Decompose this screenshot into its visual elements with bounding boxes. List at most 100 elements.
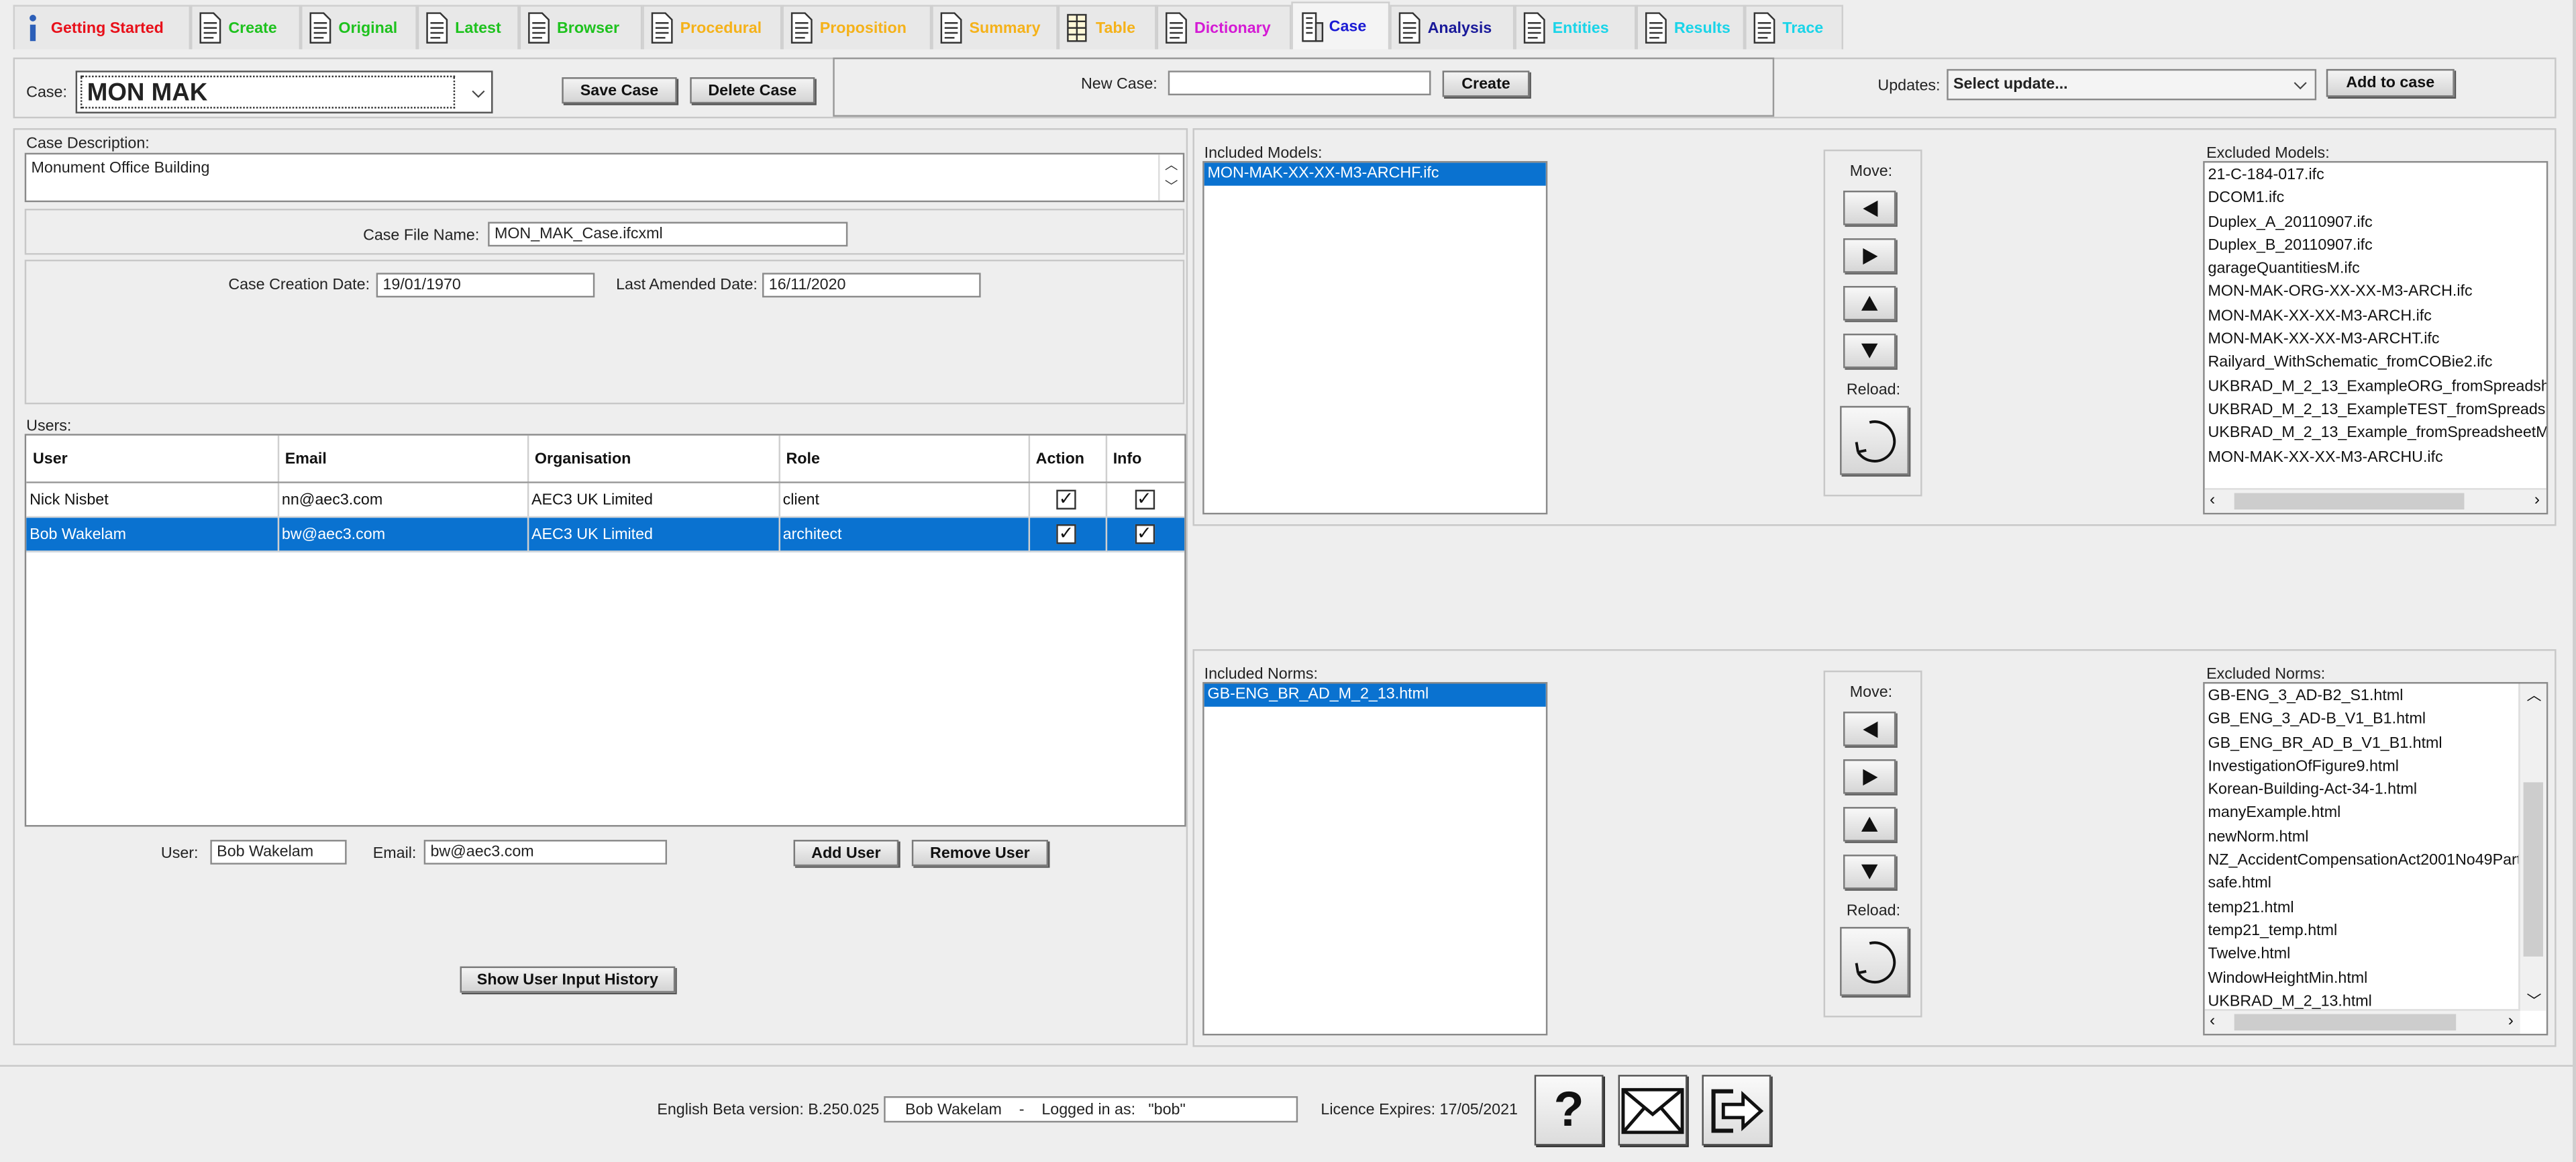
list-item[interactable]: MON-MAK-XX-XX-M3-ARCHU.ifc: [2205, 446, 2546, 470]
move-right-button[interactable]: [1843, 759, 1896, 794]
list-item[interactable]: WindowHeightMin.html: [2205, 967, 2517, 991]
list-item[interactable]: newNorm.html: [2205, 826, 2517, 850]
list-item[interactable]: Duplex_B_20110907.ifc: [2205, 235, 2546, 258]
create-case-button[interactable]: Create: [1442, 70, 1530, 97]
column-header-user[interactable]: User: [26, 435, 278, 483]
table-row[interactable]: Bob Wakelam bw@aec3.com AEC3 UK Limited arc…: [26, 516, 1185, 552]
scrollbar[interactable]: ︿ ﹀: [1158, 154, 1183, 201]
tab-latest[interactable]: Latest: [417, 5, 519, 50]
tab-trace[interactable]: Trace: [1745, 5, 1843, 50]
document-icon: [937, 11, 966, 44]
creation-date-input[interactable]: 19/01/1970: [376, 273, 595, 298]
info-checkbox[interactable]: ✓: [1134, 489, 1154, 510]
included-models-list[interactable]: MON-MAK-XX-XX-M3-ARCHF.ifc: [1202, 160, 1548, 515]
save-case-button[interactable]: Save Case: [562, 77, 677, 104]
scrollbar-thumb[interactable]: [2234, 493, 2465, 510]
list-item[interactable]: MON-MAK-XX-XX-M3-ARCHT.ifc: [2205, 329, 2546, 352]
scrollbar-thumb[interactable]: [2234, 1014, 2457, 1031]
list-item[interactable]: MON-MAK-XX-XX-M3-ARCHF.ifc: [1204, 162, 1546, 187]
move-left-button[interactable]: [1843, 191, 1896, 226]
tab-original[interactable]: Original: [301, 5, 417, 50]
info-checkbox[interactable]: ✓: [1134, 524, 1154, 544]
column-header-role[interactable]: Role: [778, 435, 1029, 483]
horizontal-scrollbar[interactable]: ‹ ›: [2204, 488, 2546, 513]
amended-date-input[interactable]: 16/11/2020: [762, 273, 981, 298]
move-down-button[interactable]: [1843, 855, 1896, 889]
column-header-email[interactable]: Email: [277, 435, 529, 483]
horizontal-scrollbar[interactable]: ‹ ›: [2204, 1009, 2520, 1034]
list-item[interactable]: GB_ENG_3_AD-B_V1_B1.html: [2205, 709, 2517, 732]
delete-case-button[interactable]: Delete Case: [690, 77, 815, 104]
email-input[interactable]: bw@aec3.com: [423, 840, 668, 865]
tab-browser[interactable]: Browser: [519, 5, 643, 50]
list-item[interactable]: garageQuantitiesM.ifc: [2205, 258, 2546, 282]
case-description-input[interactable]: Monument Office Building ︿ ﹀: [24, 152, 1185, 203]
footer-divider: [0, 1065, 2576, 1067]
list-item[interactable]: UKBRAD_M_2_13_Example_fromSpreadsheetMa: [2205, 423, 2546, 446]
new-case-input[interactable]: [1168, 70, 1431, 96]
column-header-organisation[interactable]: Organisation: [527, 435, 780, 483]
email-button[interactable]: [1618, 1075, 1688, 1146]
tab-label: Original: [338, 19, 398, 38]
tab-analysis[interactable]: Analysis: [1390, 5, 1515, 50]
list-item[interactable]: GB-ENG_BR_AD_M_2_13.html: [1204, 683, 1546, 708]
tab-results[interactable]: Results: [1636, 5, 1745, 50]
excluded-models-list[interactable]: 21-C-184-017.ifc DCOM1.ifc Duplex_A_201109…: [2203, 160, 2548, 515]
case-file-name-input[interactable]: MON_MAK_Case.ifcxml: [488, 222, 848, 247]
reload-models-button[interactable]: [1840, 405, 1909, 475]
help-button[interactable]: ?: [1534, 1075, 1604, 1146]
list-item[interactable]: temp21_temp.html: [2205, 920, 2517, 944]
list-item[interactable]: UKBRAD_M_2_13_ExampleTEST_fromSpreadsh: [2205, 399, 2546, 423]
tab-entities[interactable]: Entities: [1514, 5, 1637, 50]
list-item[interactable]: safe.html: [2205, 873, 2517, 897]
add-user-button[interactable]: Add User: [793, 840, 899, 867]
list-item[interactable]: MON-MAK-ORG-XX-XX-M3-ARCH.ifc: [2205, 282, 2546, 305]
move-right-button[interactable]: [1843, 238, 1896, 273]
list-item[interactable]: GB-ENG_3_AD-B2_S1.html: [2205, 685, 2517, 709]
excluded-norms-list[interactable]: GB-ENG_3_AD-B2_S1.html GB_ENG_3_AD-B_V1_B…: [2203, 682, 2548, 1036]
action-checkbox[interactable]: ✓: [1056, 524, 1076, 544]
column-header-info[interactable]: Info: [1105, 435, 1185, 483]
list-item[interactable]: MON-MAK-XX-XX-M3-ARCH.ifc: [2205, 305, 2546, 329]
column-header-action[interactable]: Action: [1028, 435, 1106, 483]
tab-getting-started[interactable]: Getting Started: [13, 5, 191, 50]
action-checkbox[interactable]: ✓: [1056, 489, 1076, 510]
list-item[interactable]: 21-C-184-017.ifc: [2205, 164, 2546, 188]
list-item[interactable]: Korean-Building-Act-34-1.html: [2205, 779, 2517, 803]
list-item[interactable]: temp21.html: [2205, 897, 2517, 920]
remove-user-button[interactable]: Remove User: [911, 840, 1049, 867]
tab-procedural[interactable]: Procedural: [642, 5, 782, 50]
exit-button[interactable]: [1702, 1075, 1771, 1146]
reload-norms-button[interactable]: [1840, 926, 1909, 996]
scrollbar-thumb[interactable]: [2523, 782, 2543, 957]
tab-dictionary[interactable]: Dictionary: [1156, 5, 1292, 50]
add-to-case-button[interactable]: Add to case: [2326, 68, 2455, 97]
case-select[interactable]: MON MAK ⌵: [75, 70, 493, 113]
move-left-button[interactable]: [1843, 712, 1896, 746]
updates-select[interactable]: Select update... ⌵: [1947, 68, 2317, 101]
move-up-button[interactable]: [1843, 807, 1896, 842]
tab-table[interactable]: Table: [1058, 5, 1157, 50]
list-item[interactable]: manyExample.html: [2205, 803, 2517, 826]
included-norms-list[interactable]: GB-ENG_BR_AD_M_2_13.html: [1202, 682, 1548, 1036]
show-user-input-history-button[interactable]: Show User Input History: [460, 966, 676, 993]
chevron-down-icon: ﹀: [2526, 992, 2542, 1010]
move-down-button[interactable]: [1843, 334, 1896, 369]
tab-case[interactable]: Case: [1291, 1, 1390, 50]
list-item[interactable]: DCOM1.ifc: [2205, 188, 2546, 211]
tab-proposition[interactable]: Proposition: [782, 5, 932, 50]
list-item[interactable]: NZ_AccidentCompensationAct2001No49Part: [2205, 850, 2522, 873]
list-item[interactable]: InvestigationOfFigure9.html: [2205, 756, 2517, 779]
list-item[interactable]: Twelve.html: [2205, 944, 2517, 967]
vertical-scrollbar[interactable]: ︿ ﹀: [2518, 683, 2546, 1011]
document-icon: [1520, 11, 1549, 44]
list-item[interactable]: UKBRAD_M_2_13_ExampleORG_fromSpreadshe: [2205, 376, 2546, 399]
list-item[interactable]: Duplex_A_20110907.ifc: [2205, 211, 2546, 235]
list-item[interactable]: Railyard_WithSchematic_fromCOBie2.ifc: [2205, 352, 2546, 376]
list-item[interactable]: GB_ENG_BR_AD_B_V1_B1.html: [2205, 732, 2517, 756]
tab-summary[interactable]: Summary: [931, 5, 1058, 50]
table-row[interactable]: Nick Nisbet nn@aec3.com AEC3 UK Limited cli…: [26, 482, 1185, 518]
tab-create[interactable]: Create: [191, 5, 301, 50]
move-up-button[interactable]: [1843, 286, 1896, 321]
user-input[interactable]: Bob Wakelam: [210, 840, 347, 865]
